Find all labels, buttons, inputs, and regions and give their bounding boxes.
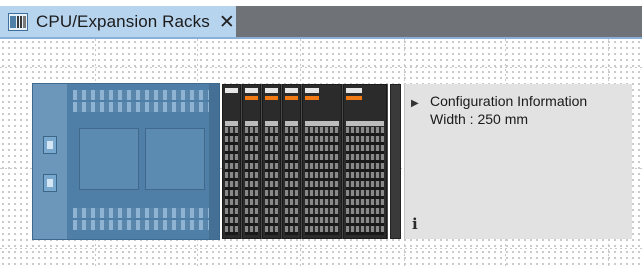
grid-line	[0, 248, 642, 249]
unit-accent-stripe	[245, 96, 258, 100]
unit-label-strip	[225, 88, 238, 93]
unit-terminals	[245, 127, 258, 235]
tab-strip: CPU/Expansion Racks ✕	[0, 0, 642, 38]
ethernet-port-icon	[43, 136, 57, 154]
unit-terminals	[285, 127, 298, 235]
unit-label-strip	[305, 88, 319, 93]
tab-label: CPU/Expansion Racks	[36, 12, 210, 31]
io-unit-1[interactable]	[222, 84, 241, 239]
cpu-cover-right	[145, 128, 205, 190]
info-icon[interactable]: i	[412, 215, 418, 233]
unit-band	[285, 121, 298, 126]
config-info-title: Configuration Information	[430, 93, 588, 109]
unit-band	[346, 121, 384, 126]
terminal-block-top	[73, 102, 213, 112]
ethernet-port-icon	[43, 174, 57, 192]
io-unit-2[interactable]	[242, 84, 261, 239]
tab-strip-empty-area	[236, 6, 642, 38]
unit-accent-stripe	[346, 96, 362, 100]
io-unit-4[interactable]	[282, 84, 301, 239]
unit-band	[305, 121, 339, 126]
expand-arrow-icon[interactable]: ▶	[411, 98, 419, 109]
cpu-rack: ▶ Configuration Information Width : 250 …	[32, 83, 634, 240]
io-unit-3[interactable]	[262, 84, 281, 239]
unit-label-strip	[245, 88, 258, 93]
cpu-cover-left	[79, 128, 139, 190]
grid-line	[0, 67, 642, 68]
rack-icon	[8, 13, 28, 31]
terminal-block-bottom	[73, 208, 213, 218]
end-cover[interactable]	[390, 84, 401, 239]
unit-accent-stripe	[305, 96, 319, 100]
close-icon[interactable]: ✕	[219, 13, 235, 32]
unit-band	[225, 121, 238, 126]
unit-band	[265, 121, 278, 126]
tab-cpu-expansion-racks[interactable]: CPU/Expansion Racks ✕	[0, 6, 236, 38]
cpu-side-panel	[33, 84, 67, 239]
cpu-unit[interactable]	[32, 83, 220, 240]
configuration-info-panel: ▶ Configuration Information Width : 250 …	[404, 84, 632, 239]
expansion-units	[222, 84, 388, 239]
unit-label-strip	[346, 88, 362, 93]
unit-terminals	[225, 127, 238, 235]
unit-accent-stripe	[265, 96, 278, 100]
config-width-text: Width : 250 mm	[430, 111, 529, 127]
io-unit-5[interactable]	[302, 84, 342, 239]
unit-accent-stripe	[285, 96, 298, 100]
terminal-block-top	[73, 90, 213, 100]
unit-label-strip	[265, 88, 278, 93]
unit-label-strip	[285, 88, 298, 93]
unit-terminals	[305, 127, 339, 235]
terminal-block-bottom	[73, 220, 213, 230]
unit-terminals	[265, 127, 278, 235]
unit-band	[245, 121, 258, 126]
io-unit-6[interactable]	[343, 84, 387, 239]
unit-terminals	[346, 127, 384, 235]
cpu-edge	[209, 84, 219, 239]
